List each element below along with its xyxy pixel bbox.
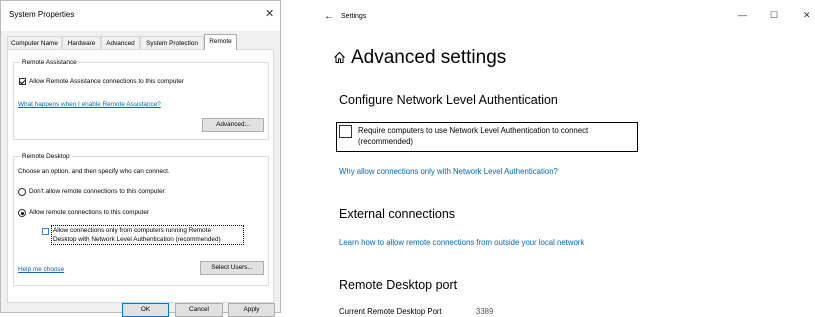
tab-remote[interactable]: Remote [204, 34, 237, 50]
remote-assistance-group-label: Remote Assistance [20, 58, 79, 67]
remote-assistance-help-link[interactable]: What happens when I enable Remote Assist… [18, 100, 161, 109]
nla-label-line2[interactable]: Desktop with Network Level Authenticatio… [53, 235, 221, 244]
external-connections-heading: External connections [339, 207, 456, 221]
page-title: Advanced settings [351, 47, 507, 68]
nla-focus-rect: Allow connections only from computers ru… [51, 225, 244, 245]
remote-desktop-instruction: Choose an option, and then specify who c… [18, 168, 170, 175]
allow-remote-radio[interactable] [18, 209, 26, 217]
allow-remote-assistance-label[interactable]: Allow Remote Assistance connections to t… [29, 77, 184, 86]
maximize-icon[interactable]: ☐ [770, 10, 778, 20]
home-icon[interactable] [333, 51, 346, 69]
nla-section-heading: Configure Network Level Authentication [339, 93, 558, 107]
dialog-title: System Properties [9, 10, 75, 19]
dialog-close-icon[interactable]: ✕ [265, 9, 274, 20]
nla-checkbox[interactable] [42, 228, 49, 235]
settings-window: ← Settings — ☐ ✕ Advanced settings Confi… [324, 0, 815, 316]
tab-system-protection[interactable]: System Protection [140, 36, 204, 49]
nla-label-line1[interactable]: Allow connections only from computers ru… [53, 226, 211, 235]
rdp-port-label: Current Remote Desktop Port [339, 307, 442, 316]
remote-assistance-group: Remote Assistance Allow Remote Assistanc… [13, 58, 269, 140]
remote-desktop-group-label: Remote Desktop [20, 152, 72, 161]
advanced-button[interactable]: Advanced... [202, 118, 264, 132]
dont-allow-label[interactable]: Don't allow remote connections to this c… [29, 187, 165, 196]
require-nla-label-line1[interactable]: Require computers to use Network Level A… [358, 126, 588, 136]
minimize-icon[interactable]: — [738, 10, 747, 20]
system-properties-dialog: System Properties ✕ Computer Name Hardwa… [0, 0, 281, 317]
rdp-port-value: 3389 [476, 307, 494, 316]
tab-advanced[interactable]: Advanced [101, 36, 140, 49]
allow-remote-label[interactable]: Allow remote connections to this compute… [29, 208, 149, 217]
require-nla-checkbox[interactable] [339, 125, 352, 138]
help-me-choose-link[interactable]: Help me choose [18, 265, 64, 274]
close-icon[interactable]: ✕ [803, 10, 811, 20]
rdp-port-heading: Remote Desktop port [339, 278, 458, 292]
dont-allow-radio[interactable] [18, 188, 26, 196]
tab-computer-name[interactable]: Computer Name [7, 36, 62, 49]
select-users-button[interactable]: Select Users... [200, 261, 264, 275]
dialog-title-bar: System Properties ✕ [1, 1, 280, 31]
external-connections-link[interactable]: Learn how to allow remote connections fr… [339, 238, 584, 247]
require-nla-label-line2[interactable]: (recommended) [358, 137, 413, 147]
tab-hardware[interactable]: Hardware [62, 36, 101, 49]
settings-window-title: Settings [341, 13, 367, 20]
remote-tab-panel: Remote Assistance Allow Remote Assistanc… [7, 49, 274, 303]
remote-desktop-group: Remote Desktop Choose an option, and the… [13, 152, 269, 286]
why-nla-link[interactable]: Why allow connections only with Network … [339, 167, 558, 176]
allow-remote-assistance-checkbox[interactable] [19, 78, 26, 85]
back-arrow-icon[interactable]: ← [324, 11, 334, 22]
